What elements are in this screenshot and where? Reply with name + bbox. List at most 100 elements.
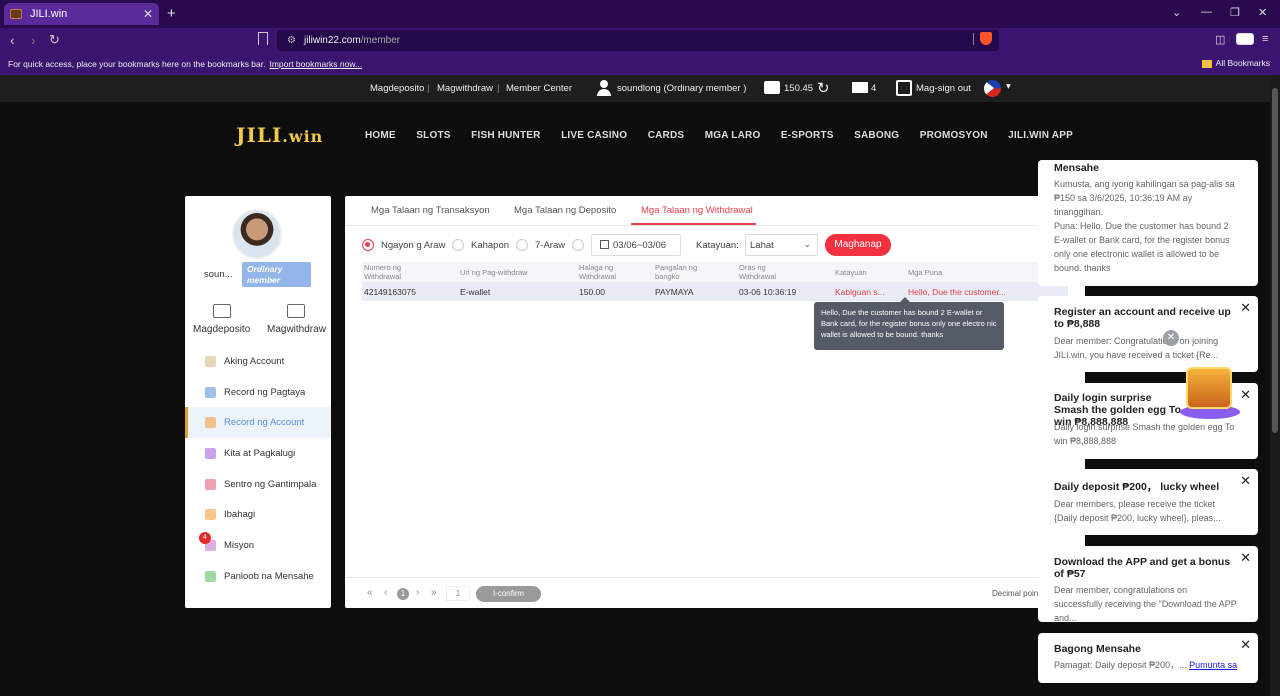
bookmark-icon[interactable] — [258, 32, 268, 45]
sidebar-item-sentro-gantimpala[interactable]: Sentro ng Gantimpala — [185, 469, 331, 500]
sidebar-item-label: Aking Account — [224, 355, 285, 367]
user-name[interactable]: soundlong (Ordinary member ) — [617, 83, 746, 94]
go-to-link[interactable]: Pumunta sa — [1189, 660, 1237, 670]
notification-body: Pamagat: Daily deposit ₱200，... Pumunta … — [1054, 660, 1238, 670]
all-bookmarks-button[interactable]: All Bookmarks — [1201, 58, 1270, 68]
forward-icon[interactable]: › — [31, 32, 36, 48]
nav-sabong[interactable]: SABONG — [854, 130, 899, 141]
notification-body: Kumusta, ang iyong kahilingan sa pag-ali… — [1054, 179, 1235, 273]
window-close-icon[interactable]: ✕ — [1258, 6, 1267, 19]
browser-tab[interactable]: JILI.win ✕ — [4, 3, 159, 25]
status-select[interactable]: Lahat ⌄ — [745, 234, 818, 256]
close-icon[interactable]: ✕ — [1240, 387, 1251, 403]
tab-deposito[interactable]: Mga Talaan ng Deposito — [514, 205, 616, 216]
sidebar-item-label: Panloob na Mensahe — [224, 570, 314, 582]
tab-close-icon[interactable]: ✕ — [143, 7, 153, 21]
radio-yesterday[interactable] — [452, 239, 464, 251]
brave-shields-icon[interactable] — [980, 32, 992, 45]
table-row[interactable]: 42149163075 E-wallet 150.00 PAYMAYA 03-0… — [362, 282, 1068, 301]
close-circle-icon[interactable]: ✕ — [1163, 330, 1179, 346]
nav-cards[interactable]: CARDS — [648, 130, 685, 141]
import-bookmarks-link[interactable]: Import bookmarks now... — [269, 59, 362, 69]
site-logo[interactable]: JILI.win — [236, 123, 323, 147]
close-icon[interactable]: ✕ — [1240, 637, 1251, 653]
notification-new-message[interactable]: ✕ Bagong Mensahe Pamagat: Daily deposit … — [1038, 633, 1258, 683]
close-icon[interactable]: ✕ — [1240, 550, 1251, 566]
current-page[interactable]: 1 — [397, 588, 409, 600]
nav-promosyon[interactable]: PROMOSYON — [920, 130, 988, 141]
page-scrollbar[interactable] — [1270, 78, 1280, 696]
cell-remarks[interactable]: Hello, Due the customer... — [908, 287, 1006, 297]
nav-live-casino[interactable]: LIVE CASINO — [561, 130, 627, 141]
treasure-chest-icon[interactable] — [1180, 367, 1240, 419]
nav-jili-app[interactable]: JILI.WIN APP — [1008, 130, 1073, 141]
close-icon[interactable]: ✕ — [1240, 473, 1251, 489]
sidebar-deposit-button[interactable]: Magdeposito — [193, 304, 250, 335]
last-page-icon[interactable]: » — [431, 587, 437, 598]
site-info-icon[interactable]: ⚙ — [287, 35, 296, 46]
nav-e-sports[interactable]: E-SPORTS — [781, 130, 834, 141]
notification-download-app[interactable]: ✕ Download the APP and get a bonus of ₱5… — [1038, 546, 1258, 623]
sidebar-item-misyon[interactable]: 4 Misyon — [185, 530, 331, 561]
notification-register[interactable]: ✕ Register an account and receive up to … — [1038, 296, 1258, 372]
top-deposit-link[interactable]: Magdeposito — [370, 83, 424, 94]
nav-fish-hunter[interactable]: FISH HUNTER — [471, 130, 540, 141]
sidebar-item-kita-pagkalugi[interactable]: Kita at Pagkalugi — [185, 438, 331, 469]
tab-search-icon[interactable]: ⌄ — [1172, 6, 1181, 19]
site-top-strip: Magdeposito | Magwithdraw | Member Cente… — [0, 75, 1280, 102]
sidebar-toggle-icon[interactable]: ◫ — [1215, 33, 1225, 46]
radio-seven-days[interactable] — [516, 239, 528, 251]
menu-icon[interactable]: ≡ — [1262, 33, 1268, 45]
search-button[interactable]: Maghanap — [825, 234, 891, 256]
tab-withdrawal[interactable]: Mga Talaan ng Withdrawal — [641, 205, 753, 216]
sidebar-item-aking-account[interactable]: Aking Account — [185, 346, 331, 377]
notification-daily-deposit[interactable]: ✕ Daily deposit ₱200， lucky wheel Dear m… — [1038, 469, 1258, 535]
sidebar-item-panloob-mensahe[interactable]: Panloob na Mensahe — [185, 561, 331, 592]
minimize-icon[interactable]: — — [1201, 6, 1212, 18]
tab-transaksyon[interactable]: Mga Talaan ng Transaksyon — [371, 205, 490, 216]
language-flag-icon[interactable] — [984, 80, 1001, 97]
prev-page-icon[interactable]: ‹ — [384, 587, 387, 598]
back-icon[interactable]: ‹ — [10, 32, 15, 48]
nav-mga-laro[interactable]: MGA LARO — [705, 130, 761, 141]
sidebar-item-ibahagi[interactable]: Ibahagi — [185, 499, 331, 530]
notification-body: Dear member, congratulations on successf… — [1054, 585, 1237, 623]
sidebar-item-record-pagtaya[interactable]: Record ng Pagtaya — [185, 377, 331, 408]
date-range-input[interactable]: 03/06~03/06 — [591, 234, 681, 256]
maximize-icon[interactable]: ❐ — [1230, 6, 1240, 19]
scrollbar-thumb[interactable] — [1272, 88, 1278, 433]
page-jump-input[interactable]: 1 — [446, 586, 470, 601]
logout-link[interactable]: Mag-sign out — [916, 83, 971, 94]
notification-withdraw-rejected[interactable]: Mensahe Kumusta, ang iyong kahilingan sa… — [1038, 160, 1258, 286]
sidebar-item-label: Sentro ng Gantimpala — [224, 478, 317, 490]
url-divider — [973, 33, 974, 45]
sidebar-item-record-account[interactable]: Record ng Account — [185, 407, 331, 439]
refresh-balance-icon[interactable]: ↻ — [817, 79, 830, 97]
next-page-icon[interactable]: › — [416, 587, 419, 598]
logout-icon[interactable] — [896, 80, 912, 96]
nav-home[interactable]: HOME — [365, 130, 396, 141]
radio-custom[interactable] — [572, 239, 584, 251]
sidebar-withdraw-button[interactable]: Magwithdraw — [267, 304, 326, 335]
wallet-icon — [212, 304, 231, 318]
new-tab-button[interactable]: + — [167, 5, 176, 22]
mail-icon[interactable] — [852, 82, 868, 93]
close-icon[interactable]: ✕ — [1240, 300, 1251, 316]
avatar — [232, 209, 282, 259]
notification-title: Download the APP and get a bonus of ₱57 — [1054, 556, 1231, 580]
member-center-link[interactable]: Member Center — [506, 83, 572, 94]
vpn-icon[interactable] — [1236, 33, 1254, 45]
first-page-icon[interactable]: « — [367, 587, 373, 598]
top-withdraw-link[interactable]: Magwithdraw — [437, 83, 493, 94]
main-nav: HOME SLOTS FISH HUNTER LIVE CASINO CARDS… — [365, 130, 1093, 141]
nav-slots[interactable]: SLOTS — [416, 130, 450, 141]
user-icon — [597, 80, 611, 96]
reload-icon[interactable]: ↻ — [49, 32, 60, 48]
url-field[interactable]: ⚙ jiliwin22.com/member — [277, 30, 999, 51]
confirm-page-button[interactable]: I-confirm — [476, 586, 541, 602]
radio-today[interactable] — [362, 239, 374, 251]
language-chevron-down-icon[interactable]: ▾ — [1006, 81, 1011, 92]
notification-title: Daily deposit ₱200， lucky wheel — [1054, 481, 1220, 493]
status-label: Katayuan: — [696, 240, 739, 251]
url-path: /member — [360, 35, 401, 46]
